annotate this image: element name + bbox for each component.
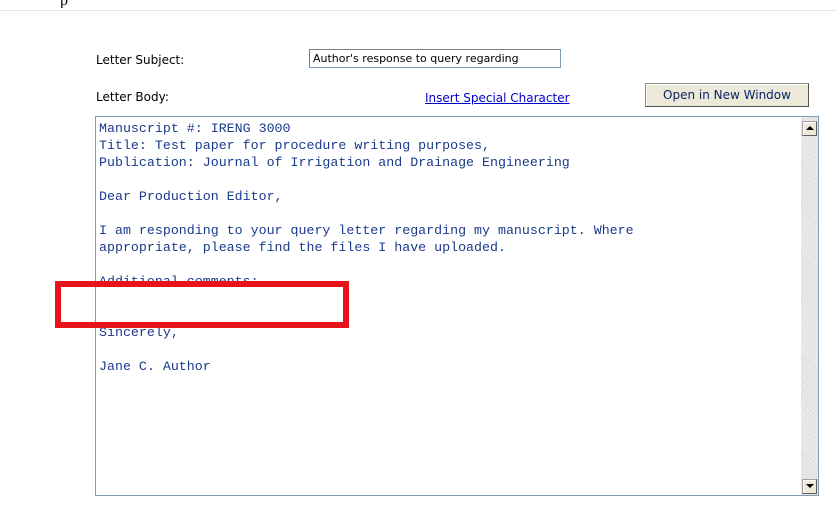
letter-line[interactable]: Manuscript #: IRENG 3000 [99, 120, 799, 137]
letter-line[interactable]: Jane C. Author [99, 358, 799, 375]
letter-line[interactable] [99, 341, 799, 358]
insert-special-character-link[interactable]: Insert Special Character [425, 91, 570, 105]
page-text-fragment: p [60, 0, 120, 8]
letter-line[interactable] [99, 205, 799, 222]
letter-line[interactable]: Dear Production Editor, [99, 188, 799, 205]
scroll-up-arrow-icon [806, 126, 814, 130]
letter-line[interactable]: I am responding to your query letter reg… [99, 222, 799, 239]
vertical-scrollbar[interactable] [801, 117, 818, 495]
letter-line[interactable]: appropriate, please find the files I hav… [99, 239, 799, 256]
scroll-down-button[interactable] [802, 479, 817, 494]
letter-subject-input[interactable]: Author's response to query regarding [309, 49, 561, 68]
letter-body-label: Letter Body: [96, 90, 169, 104]
top-divider [0, 10, 837, 11]
letter-body-text[interactable]: Manuscript #: IRENG 3000 Title: Test pape… [99, 120, 799, 375]
letter-line[interactable] [99, 171, 799, 188]
letter-subject-label: Letter Subject: [96, 53, 185, 67]
open-in-new-window-button[interactable]: Open in New Window [645, 83, 809, 107]
letter-line[interactable]: Publication: Journal of Irrigation and D… [99, 154, 799, 171]
letter-line[interactable]: Title: Test paper for procedure writing … [99, 137, 799, 154]
annotation-highlight-box [55, 281, 349, 328]
scroll-up-button[interactable] [802, 121, 817, 136]
letter-line[interactable] [99, 256, 799, 273]
scroll-down-arrow-icon [806, 484, 814, 488]
